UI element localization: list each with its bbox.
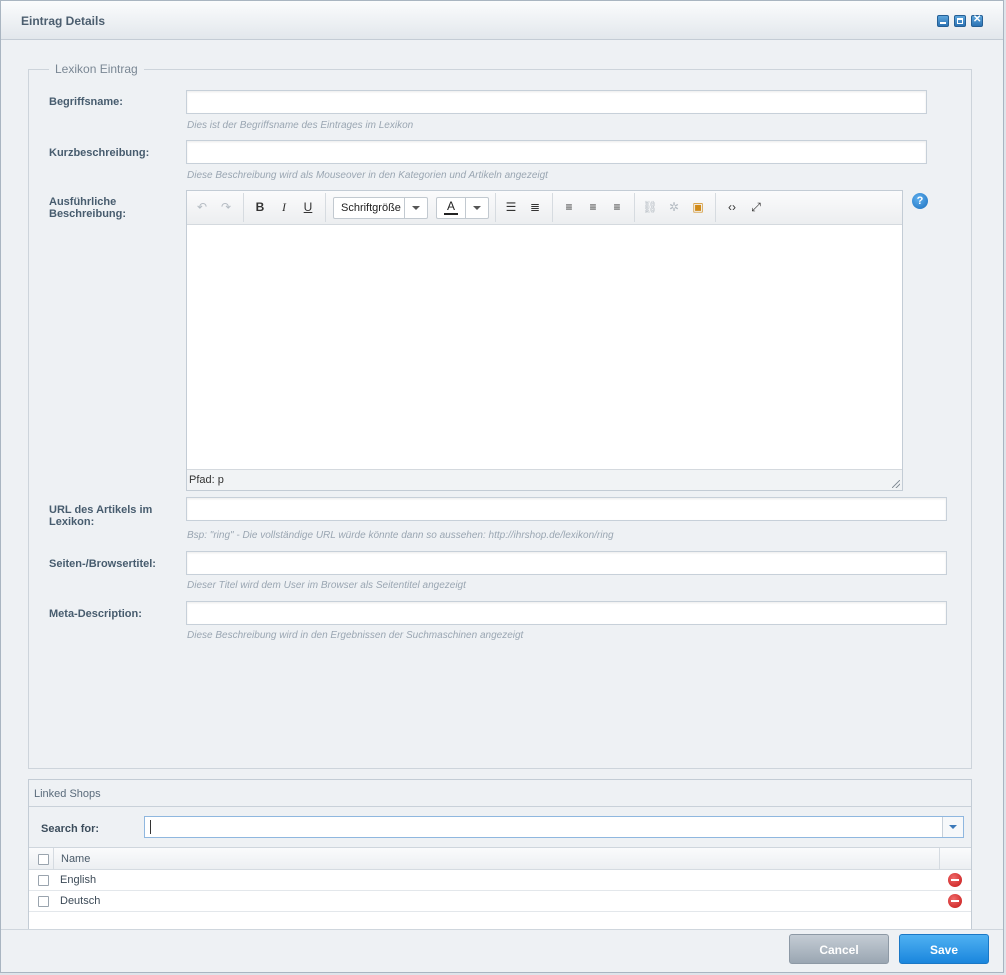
grid-header: Name	[29, 848, 971, 870]
cancel-button[interactable]: Cancel	[789, 934, 889, 964]
linked-shops-panel: Linked Shops Search for: Name English De…	[28, 779, 972, 939]
link-icon[interactable]: ⛓	[641, 199, 659, 215]
text-cursor	[150, 820, 151, 834]
row-checkbox[interactable]	[38, 875, 49, 886]
table-row[interactable]: English	[29, 870, 971, 891]
short-description-label: Kurzbeschreibung:	[49, 147, 150, 159]
url-label: URL des Artikels im Lexikon:	[49, 504, 153, 528]
toolbar-separator	[243, 193, 244, 222]
linked-shops-title: Linked Shops	[34, 788, 101, 800]
redo-icon[interactable]: ↷	[217, 199, 235, 215]
remove-icon[interactable]	[948, 873, 962, 887]
column-separator	[53, 848, 54, 869]
font-size-select[interactable]: Schriftgröße	[333, 197, 428, 219]
align-right-icon[interactable]: ≡	[608, 199, 626, 215]
numbered-list-icon[interactable]: ≣	[526, 199, 544, 215]
shop-name: English	[60, 874, 97, 886]
media-icon[interactable]: ▣	[689, 199, 707, 215]
align-left-icon[interactable]: ≡	[560, 199, 578, 215]
page-title-hint: Dieser Titel wird dem User im Browser al…	[187, 580, 466, 591]
window-title: Eintrag Details	[21, 14, 106, 28]
search-row: Search for:	[29, 807, 971, 848]
entry-details-window: Eintrag Details Lexikon Eintrag Begriffs…	[0, 0, 1004, 973]
underline-button[interactable]: U	[299, 199, 317, 215]
editor-content-area[interactable]	[187, 225, 902, 469]
select-all-checkbox[interactable]	[38, 854, 49, 865]
editor-statusbar: Pfad: p	[187, 469, 902, 490]
shop-name: Deutsch	[60, 895, 101, 907]
search-label: Search for:	[41, 823, 100, 835]
toolbar-separator	[495, 193, 496, 222]
resize-handle-icon[interactable]	[892, 480, 900, 488]
page-title-input[interactable]	[186, 551, 947, 575]
long-description-label: Ausführliche Beschreibung:	[49, 196, 127, 220]
url-input[interactable]	[186, 497, 947, 521]
fieldset-legend: Lexikon Eintrag	[49, 62, 144, 76]
chevron-down-icon[interactable]	[404, 198, 427, 218]
undo-icon[interactable]: ↶	[193, 199, 211, 215]
short-description-input[interactable]	[186, 140, 927, 164]
chevron-down-icon[interactable]	[465, 198, 488, 218]
rich-text-editor: ↶ ↷ B I U Schriftgröße A ☰ ≣ ≡ ≡ ≡ ⛓ ✲ ▣…	[186, 190, 903, 491]
italic-button[interactable]: I	[275, 199, 293, 215]
window-footer: Cancel Save	[1, 929, 1003, 972]
chevron-down-icon[interactable]	[942, 817, 963, 837]
row-checkbox[interactable]	[38, 896, 49, 907]
source-code-icon[interactable]: ‹›	[723, 199, 741, 215]
fullscreen-icon[interactable]: ⤢	[747, 199, 765, 215]
short-description-hint: Diese Beschreibung wird als Mouseover in…	[187, 170, 548, 181]
toolbar-separator	[634, 193, 635, 222]
page-title-label: Seiten-/Browsertitel:	[49, 558, 156, 570]
align-center-icon[interactable]: ≡	[584, 199, 602, 215]
name-hint: Dies ist der Begriffsname des Eintrages …	[187, 120, 414, 131]
bullet-list-icon[interactable]: ☰	[502, 199, 520, 215]
minimize-icon[interactable]	[937, 15, 949, 27]
column-separator	[939, 848, 940, 869]
save-button[interactable]: Save	[899, 934, 989, 964]
search-combobox[interactable]	[144, 816, 964, 838]
lexicon-entry-fieldset: Lexikon Eintrag Begriffsname: Dies ist d…	[28, 62, 972, 769]
meta-description-hint: Diese Beschreibung wird in den Ergebniss…	[187, 630, 524, 641]
text-color-select[interactable]: A	[436, 197, 489, 219]
bold-button[interactable]: B	[251, 199, 269, 215]
editor-path: Pfad: p	[189, 474, 224, 486]
meta-description-label: Meta-Description:	[49, 608, 142, 620]
name-label: Begriffsname:	[49, 96, 123, 108]
name-input[interactable]	[186, 90, 927, 114]
remove-icon[interactable]	[948, 894, 962, 908]
table-row[interactable]: Deutsch	[29, 891, 971, 912]
column-header-name[interactable]: Name	[61, 853, 90, 865]
font-size-label: Schriftgröße	[341, 202, 401, 214]
close-icon[interactable]	[971, 14, 983, 27]
maximize-icon[interactable]	[954, 15, 966, 27]
editor-toolbar: ↶ ↷ B I U Schriftgröße A ☰ ≣ ≡ ≡ ≡ ⛓ ✲ ▣…	[187, 191, 902, 225]
toolbar-separator	[325, 193, 326, 222]
text-color-icon: A	[444, 199, 459, 215]
url-hint: Bsp: "ring" - Die vollständige URL würde…	[187, 530, 614, 541]
window-titlebar[interactable]: Eintrag Details	[1, 1, 1003, 40]
meta-description-input[interactable]	[186, 601, 947, 625]
toolbar-separator	[715, 193, 716, 222]
linked-shops-header: Linked Shops	[29, 780, 971, 807]
toolbar-separator	[552, 193, 553, 222]
unlink-icon[interactable]: ✲	[665, 199, 683, 215]
help-icon[interactable]: ?	[912, 193, 928, 209]
